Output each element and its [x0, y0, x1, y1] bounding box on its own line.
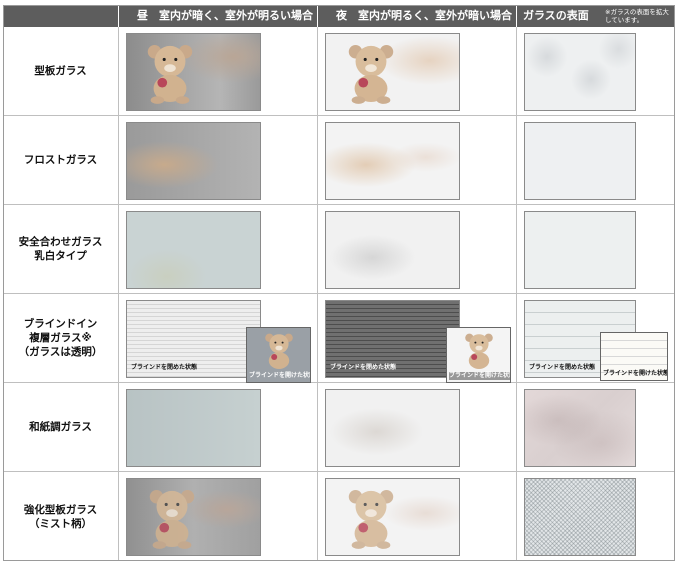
photo-day: [126, 33, 261, 111]
photo-night-blind-closed: ブラインドを閉めた状態: [325, 300, 460, 378]
surface-closeup: [524, 211, 636, 289]
caption-open: ブラインドを開けた状態: [603, 370, 668, 377]
caption-closed: ブラインドを閉めた状態: [131, 364, 198, 371]
photo-day-blind-closed: ブラインドを閉めた状態: [126, 300, 261, 378]
row-label: ブラインドイン 複層ガラス※ （ガラスは透明）: [18, 318, 103, 358]
photo-day: [126, 211, 261, 289]
caption-closed: ブラインドを閉めた状態: [529, 364, 596, 371]
row-laminated: 安全合わせガラス 乳白タイプ: [3, 205, 675, 294]
caption-open: ブラインドを開けた状態: [249, 372, 311, 379]
header-surface: ガラスの表面 ※ガラスの表面を拡大しています。: [517, 5, 675, 27]
row-label: フロストガラス: [23, 154, 98, 166]
surface-closeup: [524, 122, 636, 200]
glass-comparison-table: 昼 室内が暗く、室外が明るい場合 夜 室内が明るく、室外が暗い場合 ガラスの表面…: [3, 5, 675, 561]
row-label: 型板ガラス: [34, 65, 87, 77]
photo-night: [325, 211, 460, 289]
row-label: 和紙調ガラス: [29, 421, 92, 433]
photo-day: [126, 389, 261, 467]
photo-night: [325, 33, 460, 111]
divider: [317, 27, 318, 561]
caption-open: ブラインドを開けた状態: [449, 372, 510, 380]
header-corner: [3, 5, 118, 27]
inset-surface-blind-open: ブラインドを開けた状態: [600, 332, 668, 381]
surface-closeup: [524, 33, 636, 111]
row-label: 強化型板ガラス （ミスト柄）: [23, 503, 98, 530]
photo-night: [325, 122, 460, 200]
row-frost: フロストガラス: [3, 116, 675, 205]
photo-night: [325, 389, 460, 467]
caption-closed: ブラインドを閉めた状態: [330, 364, 397, 371]
divider: [516, 27, 517, 561]
teddy-bear-image: [147, 44, 193, 104]
header-day: 昼 室内が暗く、室外が明るい場合: [119, 5, 317, 27]
photo-day: [126, 122, 261, 200]
surface-closeup: [524, 389, 636, 467]
teddy-bear-image: [348, 489, 394, 549]
photo-night: [325, 478, 460, 556]
teddy-bear-image: [265, 333, 293, 369]
row-tempered-mist: 強化型板ガラス （ミスト柄）: [3, 472, 675, 561]
teddy-bear-image: [348, 44, 394, 104]
inset-day-blind-open: ブラインドを開けた状態: [246, 327, 311, 383]
surface-closeup: [524, 478, 636, 556]
row-blind: ブラインドイン 複層ガラス※ （ガラスは透明） ブラインドを閉めた状態 ブライン…: [3, 294, 675, 383]
teddy-bear-image: [465, 333, 493, 369]
row-washi: 和紙調ガラス: [3, 383, 675, 472]
header-surface-label: ガラスの表面: [523, 9, 589, 22]
row-katabanna: 型板ガラス: [3, 27, 675, 116]
teddy-bear-image: [149, 489, 195, 549]
row-label: 安全合わせガラス 乳白タイプ: [18, 236, 103, 262]
header-night: 夜 室内が明るく、室外が暗い場合: [318, 5, 516, 27]
photo-day: [126, 478, 261, 556]
divider: [118, 27, 119, 561]
inset-night-blind-open: ブラインドを開けた状態: [446, 327, 511, 383]
header-surface-note: ※ガラスの表面を拡大しています。: [605, 8, 669, 24]
